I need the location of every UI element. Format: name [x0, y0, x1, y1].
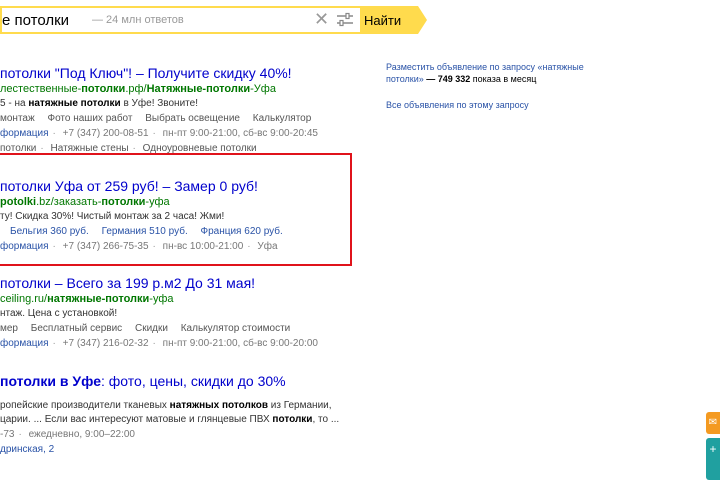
result-snippet-2: царии. ... Если вас интересуют матовые и…	[0, 414, 340, 425]
working-hours: пн-пт 9:00-21:00, сб-вс 9:00-20:00	[162, 338, 318, 349]
result-title[interactable]: потолки в Уфе: фото, цены, скидки до 30%	[0, 372, 360, 390]
sitelink[interactable]: Выбрать освещение	[145, 113, 240, 124]
working-hours: ежедневно, 9:00–22:00	[28, 429, 135, 440]
all-ads-link[interactable]: Все объявления по этому запросу	[386, 99, 601, 111]
result-address: дринская, 2	[0, 442, 360, 457]
result-title[interactable]: потолки "Под Ключ"! – Получите скидку 40…	[0, 64, 360, 82]
search-input[interactable]: e потолки — 24 млн ответов ✕	[0, 6, 360, 34]
result-snippet: ропейские производители тканевых натяжны…	[0, 400, 332, 411]
close-icon[interactable]: ✕	[314, 9, 329, 30]
search-button[interactable]: Найти	[360, 6, 418, 34]
search-query-text[interactable]: e потолки	[2, 12, 69, 29]
city: Уфа	[257, 241, 278, 252]
impressions-count: — 749 332	[426, 74, 471, 84]
place-ad-block: Разместить объявление по запросу «натяжн…	[386, 61, 601, 85]
result-sitelinks: мер Бесплатный сервис Скидки Калькулятор…	[0, 321, 360, 336]
working-hours: пн-вс 10:00-21:00	[162, 241, 244, 252]
search-button-arrow	[418, 6, 427, 34]
sitelink[interactable]: Германия 510 руб.	[102, 226, 188, 237]
sitelink[interactable]: мер	[0, 323, 18, 334]
chat-icon[interactable]: ✉	[706, 412, 720, 434]
search-result-4: потолки в Уфе: фото, цены, скидки до 30%…	[0, 372, 360, 457]
phone-number: +7 (347) 216-02-32	[62, 338, 149, 349]
phone-number: +7 (347) 200-08-51	[62, 128, 149, 139]
search-result-1: потолки "Под Ключ"! – Получите скидку 40…	[0, 64, 360, 156]
result-title[interactable]: потолки – Всего за 199 р.м2 До 31 мая!	[0, 274, 360, 292]
phone-number: +7 (347) 266-75-35	[62, 241, 149, 252]
result-url[interactable]: ceiling.ru/натяжные-потолки-уфа	[0, 292, 360, 307]
search-result-3: потолки – Всего за 199 р.м2 До 31 мая! c…	[0, 274, 360, 351]
result-url[interactable]: potolki.bz/заказать-потолки-уфа	[0, 195, 360, 210]
sitelink[interactable]: Франция 620 руб.	[201, 226, 283, 237]
sitelink[interactable]: Калькулятор	[253, 113, 312, 124]
result-snippet: 5 - на натяжные потолки в Уфе! Звоните!	[0, 98, 198, 109]
result-contacts: формация · +7 (347) 200-08-51 · пн-пт 9:00…	[0, 128, 318, 139]
result-contacts: формация · +7 (347) 216-02-32 · пн-пт 9:00…	[0, 338, 318, 349]
result-snippet: ту! Скидка 30%! Чистый монтаж за 2 часа!…	[0, 211, 225, 222]
result-contacts: -73 · ежедневно, 9:00–22:00	[0, 429, 135, 440]
sitelink[interactable]: Бесплатный сервис	[31, 323, 122, 334]
sitelink[interactable]: Скидки	[135, 323, 168, 334]
contact-info-link[interactable]: формация	[0, 128, 49, 139]
results-count: — 24 млн ответов	[92, 14, 184, 26]
contact-info-link[interactable]: формация	[0, 338, 49, 349]
plus-icon[interactable]: +	[706, 438, 720, 480]
settings-sliders-icon[interactable]	[336, 12, 354, 28]
sitelink[interactable]: монтаж	[0, 113, 35, 124]
sitelink[interactable]: Бельгия 360 руб.	[10, 226, 89, 237]
address-link[interactable]: дринская, 2	[0, 444, 54, 455]
result-sitelinks: монтаж Фото наших работ Выбрать освещени…	[0, 111, 360, 126]
result-snippet: нтаж. Цена с установкой!	[0, 308, 118, 319]
sitelink[interactable]: Фото наших работ	[47, 113, 132, 124]
result-title[interactable]: потолки Уфа от 259 руб! – Замер 0 руб!	[0, 177, 360, 195]
result-contacts: формация · +7 (347) 266-75-35 · пн-вс 10:0…	[0, 241, 278, 252]
phone-number: -73	[0, 429, 15, 440]
contact-info-link[interactable]: формация	[0, 241, 49, 252]
impressions-suffix: показа в месяц	[470, 74, 537, 84]
sitelink[interactable]: Калькулятор стоимости	[181, 323, 291, 334]
search-result-2: потолки Уфа от 259 руб! – Замер 0 руб! p…	[0, 177, 360, 254]
working-hours: пн-пт 9:00-21:00, сб-вс 9:00-20:45	[162, 128, 318, 139]
sidebar-ads: Разместить объявление по запросу «натяжн…	[386, 61, 601, 111]
result-url[interactable]: лестественные-потолки.рф/Натяжные-потолк…	[0, 82, 360, 97]
result-sitelinks: Бельгия 360 руб. Германия 510 руб. Франц…	[0, 224, 360, 239]
